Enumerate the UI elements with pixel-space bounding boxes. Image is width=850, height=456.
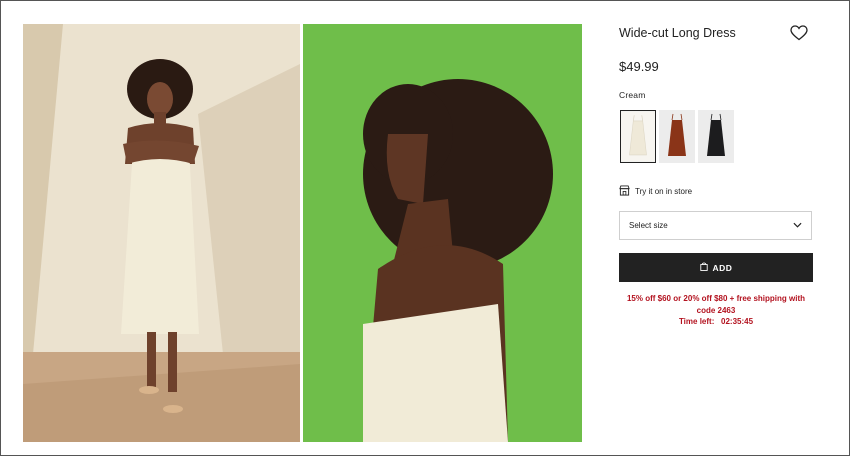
- timer-label: Time left:: [678, 317, 715, 326]
- heart-icon[interactable]: [790, 25, 808, 41]
- promo-message: 15% off $60 or 20% off $80 + free shippi…: [619, 293, 813, 328]
- model-side-image: [303, 24, 582, 442]
- product-title: Wide-cut Long Dress: [619, 26, 736, 40]
- swatch-rust[interactable]: [659, 110, 695, 163]
- swatch-cream[interactable]: [620, 110, 656, 163]
- try-in-store-label: Try it on in store: [635, 186, 693, 196]
- cream-dress-thumbnail: [621, 111, 655, 162]
- add-to-bag-button[interactable]: ADD: [619, 253, 813, 282]
- model-front-image: [23, 24, 300, 442]
- model-side-photo[interactable]: [303, 24, 582, 442]
- store-icon: [619, 184, 630, 198]
- rust-dress-thumbnail: [659, 110, 695, 163]
- shopping-bag-icon: [699, 262, 708, 273]
- promo-line-2: code 2463: [696, 305, 736, 315]
- model-front-photo[interactable]: [23, 24, 300, 442]
- promo-timer: Time left: 02:35:45: [619, 316, 813, 328]
- timer-value: 02:35:45: [721, 317, 754, 326]
- black-dress-thumbnail: [698, 110, 734, 163]
- promo-line-1: 15% off $60 or 20% off $80 + free shippi…: [626, 294, 806, 303]
- try-in-store-link[interactable]: Try it on in store: [619, 184, 693, 198]
- product-page: Wide-cut Long Dress $49.99 Cream Try it …: [0, 0, 850, 456]
- size-select-placeholder: Select size: [629, 221, 668, 230]
- swatch-black[interactable]: [698, 110, 734, 163]
- selected-color-label: Cream: [619, 90, 646, 100]
- chevron-down-icon: [793, 221, 802, 230]
- size-select[interactable]: Select size: [619, 211, 812, 240]
- product-price: $49.99: [619, 59, 659, 74]
- add-button-label: ADD: [712, 262, 733, 273]
